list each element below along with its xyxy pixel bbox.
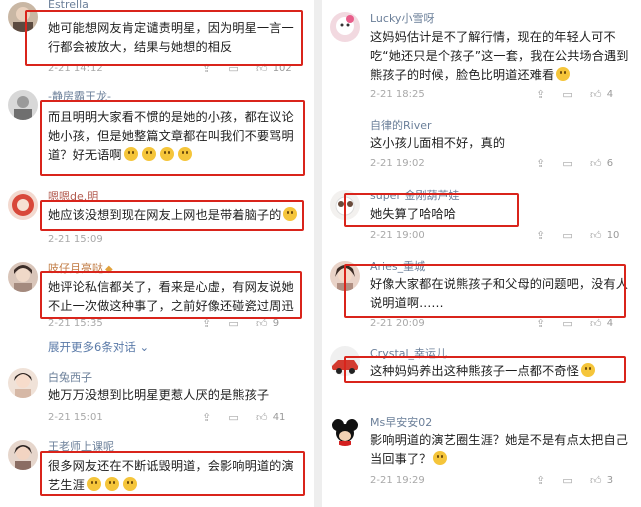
like-count: 4 (606, 89, 614, 100)
username[interactable]: Ms早安安02 (370, 414, 432, 430)
avatar[interactable] (8, 368, 38, 398)
like-icon[interactable]: 👍︎ (590, 88, 602, 101)
like-icon[interactable]: 👍︎ (590, 157, 602, 170)
avatar[interactable] (330, 12, 360, 42)
highlight-box (40, 271, 302, 319)
share-icon[interactable]: ⇪ (202, 411, 211, 424)
highlight-box (40, 100, 305, 176)
chevron-down-icon: ⌄ (139, 340, 150, 354)
smile-emoji-icon (556, 67, 571, 81)
like-count: 4 (606, 318, 614, 329)
comment-text: 她万万没想到比明星更惹人厌的是熊孩子 (48, 388, 270, 402)
like-icon[interactable]: 👍︎ (590, 474, 602, 487)
reply-icon[interactable]: ▭ (562, 474, 572, 487)
comment-actions: ⇪ ▭ 👍︎ 4 (522, 317, 613, 330)
reply-icon[interactable]: ▭ (562, 88, 572, 101)
timestamp: 2-21 20:09 (370, 318, 425, 329)
avatar[interactable] (8, 262, 38, 292)
timestamp: 2-21 19:00 (370, 230, 425, 241)
like-count: 3 (606, 475, 614, 486)
comment-actions: ⇪ ▭ 👍︎ 10 (522, 229, 619, 242)
share-icon[interactable]: ⇪ (536, 229, 545, 242)
avatar[interactable] (330, 416, 360, 446)
like-icon[interactable]: 👍︎ (256, 411, 268, 424)
like-icon[interactable]: 👍︎ (590, 229, 602, 242)
comment-text: 这妈妈估计是不了解行情，现在的年轻人可不吃“她还只是个孩子”这一套，我在公共场合… (370, 28, 635, 85)
timestamp: 2-21 15:01 (48, 412, 103, 423)
share-icon[interactable]: ⇪ (536, 317, 545, 330)
reply-icon[interactable]: ▭ (228, 411, 238, 424)
share-icon[interactable]: ⇪ (536, 88, 545, 101)
timestamp: 2-21 15:09 (48, 234, 103, 245)
highlight-box (40, 200, 304, 231)
comment-text: 影响明道的演艺圈生涯？她是不是有点太把自己当回事了？ (370, 431, 635, 469)
right-comment-panel: Lucky小雪呀 这妈妈估计是不了解行情，现在的年轻人可不吃“她还只是个孩子”这… (322, 0, 641, 507)
highlight-box (344, 356, 626, 383)
reply-icon[interactable]: ▭ (562, 157, 572, 170)
timestamp: 2-21 18:25 (370, 89, 425, 100)
comment-actions: ⇪ ▭ 👍︎ 41 (188, 411, 285, 424)
timestamp: 2-21 19:02 (370, 158, 425, 169)
comment-actions: ⇪ ▭ 👍︎ 6 (522, 157, 613, 170)
highlight-box (344, 193, 519, 227)
left-comment-panel: Estrella 她可能想网友肯定谴责明星，因为明星一言一行都会被放大，结果与她… (0, 0, 314, 507)
expand-label: 展开更多6条对话 (48, 340, 136, 354)
like-count: 6 (606, 158, 614, 169)
highlight-box (25, 10, 303, 66)
like-count: 10 (606, 230, 620, 241)
comment-actions: ⇪ ▭ 👍︎ 4 (522, 88, 613, 101)
share-icon[interactable]: ⇪ (536, 157, 545, 170)
timestamp: 2-21 19:29 (370, 475, 425, 486)
share-icon[interactable]: ⇪ (536, 474, 545, 487)
avatar[interactable] (8, 190, 38, 220)
comment-text-content: 影响明道的演艺圈生涯？她是不是有点太把自己当回事了？ (370, 433, 629, 466)
like-count: 9 (272, 318, 280, 329)
comment-text-content: 这妈妈估计是不了解行情，现在的年轻人可不吃“她还只是个孩子”这一套，我在公共场合… (370, 30, 629, 82)
comment-text: 这小孩儿面相不好，真的 (370, 136, 506, 150)
avatar[interactable] (8, 440, 38, 470)
comment-actions: ⇪ ▭ 👍︎ 3 (522, 474, 613, 487)
reply-icon[interactable]: ▭ (562, 317, 572, 330)
highlight-box (344, 264, 626, 318)
like-icon[interactable]: 👍︎ (590, 317, 602, 330)
like-count: 41 (272, 412, 286, 423)
sad-emoji-icon (433, 451, 448, 465)
username[interactable]: 自律的River (370, 117, 432, 133)
username[interactable]: Lucky小雪呀 (370, 10, 434, 26)
timestamp: 2-21 15:35 (48, 318, 103, 329)
username[interactable]: 白兔西子 (48, 369, 92, 385)
reply-icon[interactable]: ▭ (562, 229, 572, 242)
highlight-box (40, 451, 305, 496)
avatar[interactable] (8, 90, 38, 120)
expand-replies-link[interactable]: 展开更多6条对话 ⌄ (48, 339, 149, 355)
